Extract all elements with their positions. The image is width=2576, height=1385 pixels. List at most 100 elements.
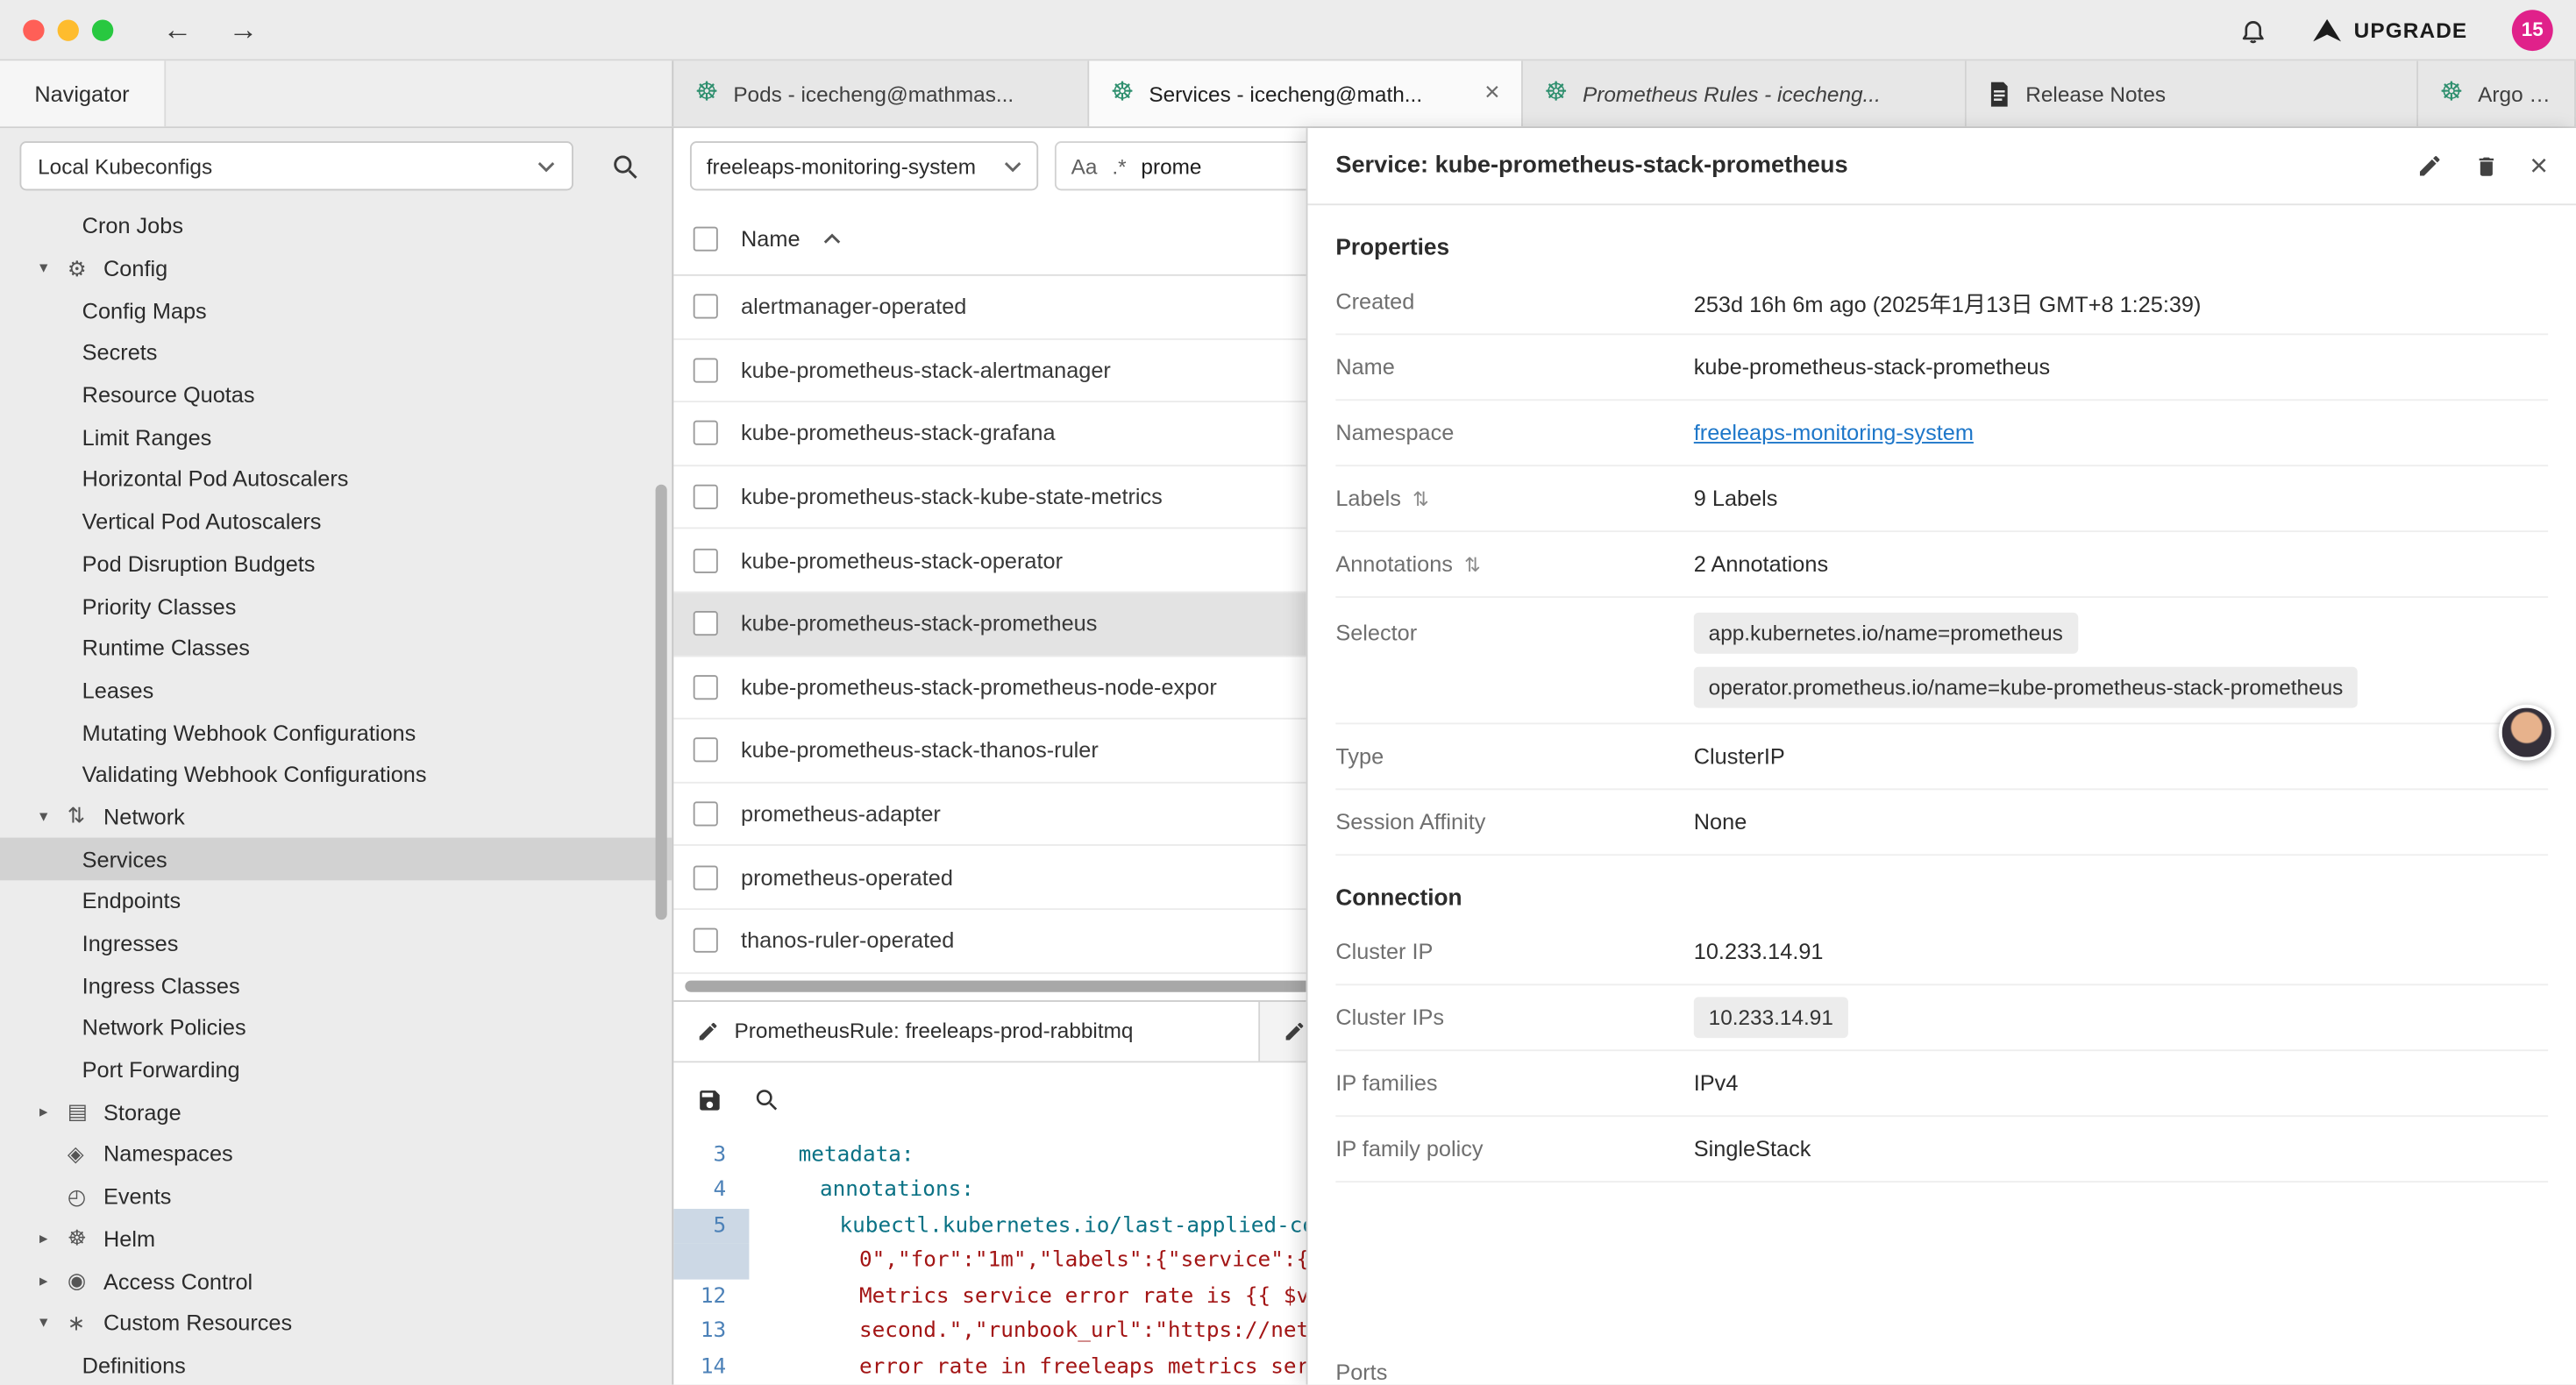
sidebar-item-ingresses[interactable]: Ingresses [0, 922, 672, 964]
upgrade-button[interactable]: UPGRADE [2313, 18, 2468, 42]
expand-sort-icon[interactable]: ⇅ [1413, 487, 1429, 510]
tab-label: Release Notes [2025, 82, 2395, 106]
tab-argo[interactable]: ☸ Argo Se [2418, 60, 2576, 126]
row-checkbox[interactable] [694, 485, 718, 509]
sidebar-scrollbar[interactable] [656, 485, 667, 920]
sidebar-item-custom-resources[interactable]: ▾∗Custom Resources [0, 1303, 672, 1345]
sidebar-item-mutating-webhook-configurations[interactable]: Mutating Webhook Configurations [0, 712, 672, 754]
property-row-session-affinity: Session Affinity None [1335, 790, 2548, 856]
tab-label: Argo Se [2478, 82, 2553, 106]
navigator-tree: Cron Jobs ▾⚙Config Config Maps Secrets R… [0, 205, 672, 1384]
edit-icon[interactable] [2416, 153, 2443, 179]
sidebar-item-config[interactable]: ▾⚙Config [0, 247, 672, 289]
sidebar-item-vertical-pod-autoscalers[interactable]: Vertical Pod Autoscalers [0, 501, 672, 543]
sidebar-search-icon[interactable] [611, 152, 639, 180]
minimize-window-button[interactable] [58, 19, 79, 40]
sidebar-item-storage[interactable]: ▸▤Storage [0, 1091, 672, 1133]
property-row-annotations: Annotations⇅ 2 Annotations [1335, 532, 2548, 598]
sidebar-item-network[interactable]: ▾⇅Network [0, 796, 672, 838]
upgrade-icon [2313, 18, 2341, 42]
sidebar-item-horizontal-pod-autoscalers[interactable]: Horizontal Pod Autoscalers [0, 458, 672, 501]
row-checkbox[interactable] [694, 801, 718, 826]
chevron-right-icon: ▸ [39, 1272, 68, 1290]
forward-button[interactable]: → [228, 15, 258, 45]
sidebar-item-namespaces[interactable]: ◈Namespaces [0, 1133, 672, 1175]
row-checkbox[interactable] [694, 548, 718, 572]
notification-count-badge[interactable]: 15 [2512, 9, 2553, 50]
section-heading-properties: Properties [1335, 233, 2548, 259]
selector-badge: operator.prometheus.io/name=kube-prometh… [1694, 667, 2358, 708]
tab-prometheus-rules[interactable]: ☸ Prometheus Rules - icecheng... [1523, 60, 1967, 126]
tab-label: Prometheus Rules - icecheng... [1583, 82, 1944, 106]
chevron-down-icon [1004, 160, 1022, 172]
row-checkbox[interactable] [694, 295, 718, 319]
property-row-labels: Labels⇅ 9 Labels [1335, 466, 2548, 532]
tab-release-notes[interactable]: Release Notes [1967, 60, 2418, 126]
sidebar-item-port-forwarding[interactable]: Port Forwarding [0, 1049, 672, 1091]
kubernetes-icon: ☸ [2439, 81, 2463, 107]
navigator-header: Navigator [0, 60, 166, 126]
editor-search-icon[interactable] [754, 1087, 779, 1112]
tab-label: Services - icecheng@math... [1149, 82, 1469, 106]
sidebar-item-resource-quotas[interactable]: Resource Quotas [0, 374, 672, 416]
sidebar-item-network-policies[interactable]: Network Policies [0, 1007, 672, 1049]
dock-tab-prometheusrule[interactable]: PrometheusRule: freeleaps-prod-rabbitmq [673, 1001, 1260, 1060]
expand-sort-icon[interactable]: ⇅ [1464, 553, 1481, 576]
sidebar-item-definitions[interactable]: Definitions [0, 1345, 672, 1385]
cluster-tabs: ☸ Pods - icecheng@mathmas... ☸ Services … [673, 60, 2576, 126]
row-checkbox[interactable] [694, 422, 718, 446]
sidebar-item-cron-jobs[interactable]: Cron Jobs [0, 205, 672, 247]
namespace-filter-dropdown[interactable]: freeleaps-monitoring-system [690, 141, 1038, 190]
zoom-window-button[interactable] [92, 19, 113, 40]
close-tab-icon[interactable]: × [1484, 79, 1500, 109]
notifications-bell-icon[interactable] [2238, 16, 2266, 44]
sidebar-item-events[interactable]: ◴Events [0, 1175, 672, 1218]
sidebar-item-pod-disruption-budgets[interactable]: Pod Disruption Budgets [0, 543, 672, 585]
select-all-checkbox[interactable] [694, 227, 718, 252]
network-icon: ⇅ [68, 804, 103, 830]
service-details-drawer: Service: kube-prometheus-stack-prometheu… [1306, 128, 2576, 1384]
kubernetes-icon: ☸ [695, 81, 719, 107]
sidebar-item-runtime-classes[interactable]: Runtime Classes [0, 628, 672, 670]
row-checkbox[interactable] [694, 358, 718, 382]
sidebar-item-secrets[interactable]: Secrets [0, 332, 672, 374]
sidebar-item-config-maps[interactable]: Config Maps [0, 289, 672, 331]
tab-pods[interactable]: ☸ Pods - icecheng@mathmas... [673, 60, 1089, 126]
close-drawer-icon[interactable]: × [2530, 150, 2548, 181]
namespace-link[interactable]: freeleaps-monitoring-system [1694, 421, 1974, 445]
save-icon[interactable] [696, 1087, 722, 1113]
property-row-ports: Ports 9090/TCP Forward... 8080:reloader-… [1335, 1183, 2548, 1384]
delete-icon[interactable] [2474, 152, 2499, 180]
row-checkbox[interactable] [694, 928, 718, 953]
sidebar-item-endpoints[interactable]: Endpoints [0, 880, 672, 922]
sidebar-item-access-control[interactable]: ▸◉Access Control [0, 1260, 672, 1302]
sidebar-item-validating-webhook-configurations[interactable]: Validating Webhook Configurations [0, 754, 672, 796]
match-case-toggle[interactable]: Aa [1071, 153, 1098, 178]
close-window-button[interactable] [23, 19, 44, 40]
row-checkbox[interactable] [694, 738, 718, 763]
navigator-section: Navigator [0, 60, 673, 126]
row-checkbox[interactable] [694, 865, 718, 890]
regex-toggle[interactable]: .* [1112, 153, 1126, 178]
tab-services[interactable]: ☸ Services - icecheng@math... × [1089, 60, 1523, 126]
sidebar-item-ingress-classes[interactable]: Ingress Classes [0, 965, 672, 1007]
selector-badge: app.kubernetes.io/name=prometheus [1694, 613, 2078, 654]
row-checkbox[interactable] [694, 675, 718, 700]
drawer-title: Service: kube-prometheus-stack-prometheu… [1335, 153, 2385, 179]
custom-resources-icon: ∗ [68, 1310, 103, 1337]
sidebar-item-helm[interactable]: ▸☸Helm [0, 1218, 672, 1260]
sidebar-item-priority-classes[interactable]: Priority Classes [0, 585, 672, 627]
user-avatar[interactable] [2499, 705, 2555, 761]
sidebar-item-leases[interactable]: Leases [0, 670, 672, 712]
access-control-icon: ◉ [68, 1268, 103, 1295]
drawer-body: Properties Created 253d 16h 6m ago (2025… [1307, 205, 2575, 1384]
kubeconfig-selector[interactable]: Local Kubeconfigs [19, 141, 573, 190]
sidebar-item-limit-ranges[interactable]: Limit Ranges [0, 416, 672, 458]
name-column-header[interactable]: Name [741, 227, 800, 252]
row-checkbox[interactable] [694, 612, 718, 636]
property-row-ip-families: IP families IPv4 [1335, 1051, 2548, 1117]
helm-icon: ☸ [68, 1225, 103, 1252]
sidebar-item-services[interactable]: Services [0, 838, 672, 880]
titlebar: ← → UPGRADE 15 [0, 0, 2576, 60]
back-button[interactable]: ← [162, 15, 192, 45]
